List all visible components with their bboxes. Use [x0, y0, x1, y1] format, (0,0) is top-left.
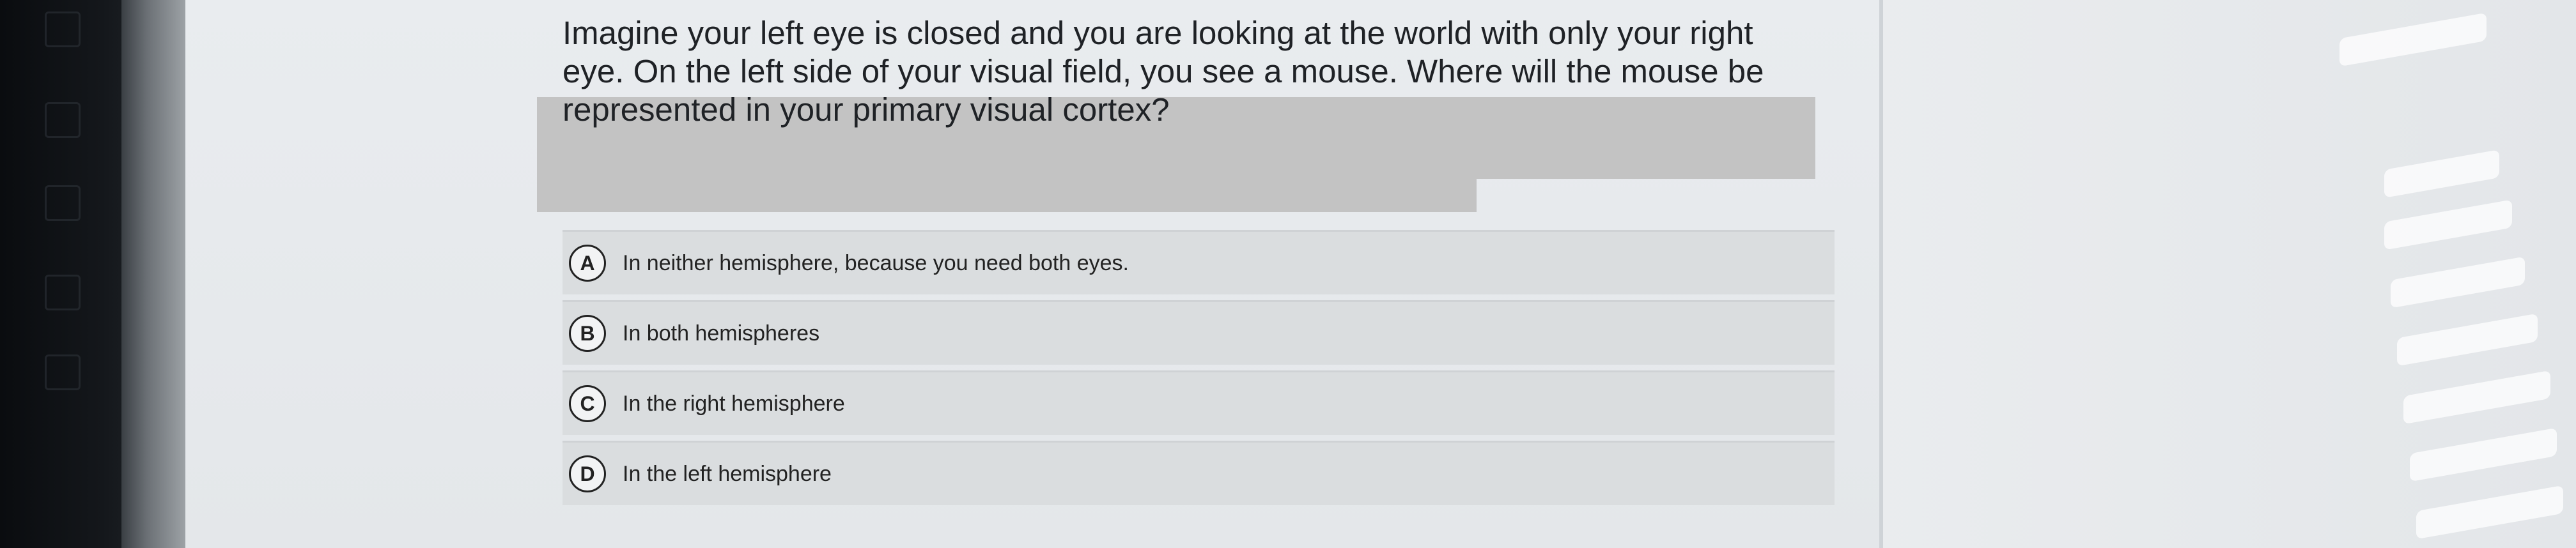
redaction-block: [537, 172, 1477, 212]
option-text: In neither hemisphere, because you need …: [623, 250, 1129, 275]
option-letter-badge: D: [569, 455, 606, 492]
option-letter-badge: C: [569, 385, 606, 422]
option-text: In the left hemisphere: [623, 461, 832, 486]
answer-option-d[interactable]: D In the left hemisphere: [563, 441, 1835, 505]
answer-option-c[interactable]: C In the right hemisphere: [563, 370, 1835, 435]
question-text: Imagine your left eye is closed and you …: [563, 14, 1815, 129]
document-icon: [45, 185, 81, 221]
question-line: represented in your primary visual corte…: [563, 91, 1170, 128]
option-text: In both hemispheres: [623, 321, 820, 346]
answer-option-a[interactable]: A In neither hemisphere, because you nee…: [563, 230, 1835, 294]
option-text: In the right hemisphere: [623, 391, 845, 416]
question-line: eye. On the left side of your visual fie…: [563, 53, 1764, 89]
answer-option-b[interactable]: B In both hemispheres: [563, 300, 1835, 365]
grid-icon: [45, 11, 81, 47]
image-icon: [45, 102, 81, 138]
question-line: Imagine your left eye is closed and you …: [563, 15, 1753, 51]
back-arrow-icon: [45, 354, 81, 390]
folder-icon: [45, 275, 81, 310]
option-letter-badge: B: [569, 315, 606, 352]
laptop-bezel: [0, 0, 185, 548]
option-letter-badge: A: [569, 245, 606, 282]
